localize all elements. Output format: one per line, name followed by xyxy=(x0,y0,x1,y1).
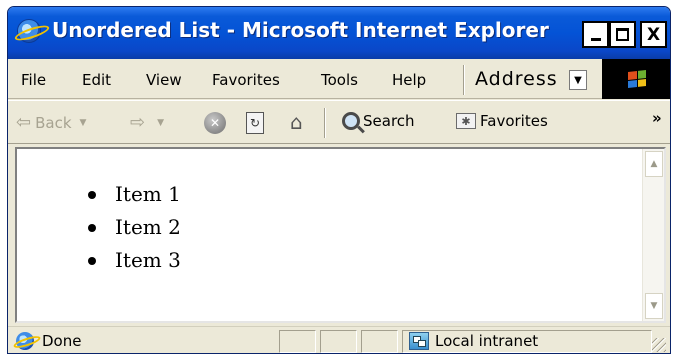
security-zone-pane[interactable]: Local intranet xyxy=(402,330,652,353)
minimize-icon xyxy=(590,38,601,41)
favorites-star-icon: ✱ xyxy=(456,113,476,129)
scroll-down-icon: ▼ xyxy=(650,301,658,311)
local-intranet-icon xyxy=(409,332,429,350)
status-text: Done xyxy=(42,332,82,350)
standard-toolbar: ⇦ Back ▼ ⇨ ▼ ✕ ↻ ⌂ Search ✱ Favorites » xyxy=(8,100,670,144)
status-pane-empty xyxy=(361,330,398,353)
status-pane: Done xyxy=(16,332,81,350)
address-dropdown-button[interactable]: ▼ xyxy=(569,70,587,90)
scroll-down-button[interactable]: ▼ xyxy=(645,293,663,319)
menu-view[interactable]: View xyxy=(146,71,182,89)
status-pane-empty xyxy=(279,330,316,353)
windows-flag-icon xyxy=(628,70,646,88)
page-status-icon xyxy=(16,332,34,350)
minimize-button[interactable] xyxy=(582,21,609,48)
search-label: Search xyxy=(363,112,415,130)
address-label[interactable]: Address xyxy=(475,68,558,90)
page-content: Item 1 Item 2 Item 3 ▲ ▼ xyxy=(15,147,666,323)
close-icon: X xyxy=(646,24,661,45)
scroll-up-icon: ▲ xyxy=(650,159,658,169)
dropdown-arrow-icon: ▼ xyxy=(574,74,582,86)
forward-arrow-icon: ⇨ xyxy=(130,112,146,133)
favorites-label: Favorites xyxy=(480,112,548,130)
window-title: Unordered List - Microsoft Internet Expl… xyxy=(52,18,549,42)
toolbar-chevron-icon[interactable]: » xyxy=(652,109,662,127)
maximize-icon xyxy=(616,28,629,41)
back-label: Back xyxy=(35,113,72,132)
scroll-up-button[interactable]: ▲ xyxy=(645,151,663,177)
back-button[interactable]: ⇦ Back ▼ xyxy=(16,112,86,133)
unordered-list: Item 1 Item 2 Item 3 xyxy=(87,178,181,277)
status-pane-empty xyxy=(320,330,357,353)
list-item: Item 2 xyxy=(87,211,181,244)
browser-window: Unordered List - Microsoft Internet Expl… xyxy=(7,6,671,354)
status-bar: Done Local intranet xyxy=(8,326,670,353)
menu-edit[interactable]: Edit xyxy=(82,71,111,89)
refresh-icon[interactable]: ↻ xyxy=(246,112,264,134)
maximize-button[interactable] xyxy=(609,21,636,48)
windows-throbber xyxy=(602,59,670,99)
vertical-scrollbar[interactable]: ▲ ▼ xyxy=(642,149,664,321)
close-button[interactable]: X xyxy=(640,21,667,48)
forward-dropdown-icon[interactable]: ▼ xyxy=(157,118,164,128)
menu-help[interactable]: Help xyxy=(392,71,426,89)
menu-bar: File Edit View Favorites Tools Help Addr… xyxy=(8,59,670,99)
favorites-button[interactable]: ✱ Favorites xyxy=(456,112,548,130)
address-separator xyxy=(463,65,465,95)
list-item: Item 1 xyxy=(87,178,181,211)
menu-tools[interactable]: Tools xyxy=(321,71,358,89)
back-arrow-icon: ⇦ xyxy=(16,112,32,133)
menu-favorites[interactable]: Favorites xyxy=(212,71,280,89)
menu-file[interactable]: File xyxy=(21,71,46,89)
back-dropdown-icon[interactable]: ▼ xyxy=(80,118,87,128)
home-icon[interactable]: ⌂ xyxy=(290,110,303,134)
list-item: Item 3 xyxy=(87,244,181,277)
zone-text: Local intranet xyxy=(435,332,539,350)
stop-icon[interactable]: ✕ xyxy=(204,112,226,134)
title-bar[interactable]: Unordered List - Microsoft Internet Expl… xyxy=(8,7,670,59)
search-icon xyxy=(342,112,360,130)
resize-grip-icon[interactable] xyxy=(652,338,666,352)
toolbar-separator xyxy=(324,108,326,138)
search-button[interactable]: Search xyxy=(342,112,415,130)
ie-logo-icon[interactable] xyxy=(17,19,41,43)
forward-button[interactable]: ⇨ ▼ xyxy=(130,112,164,133)
